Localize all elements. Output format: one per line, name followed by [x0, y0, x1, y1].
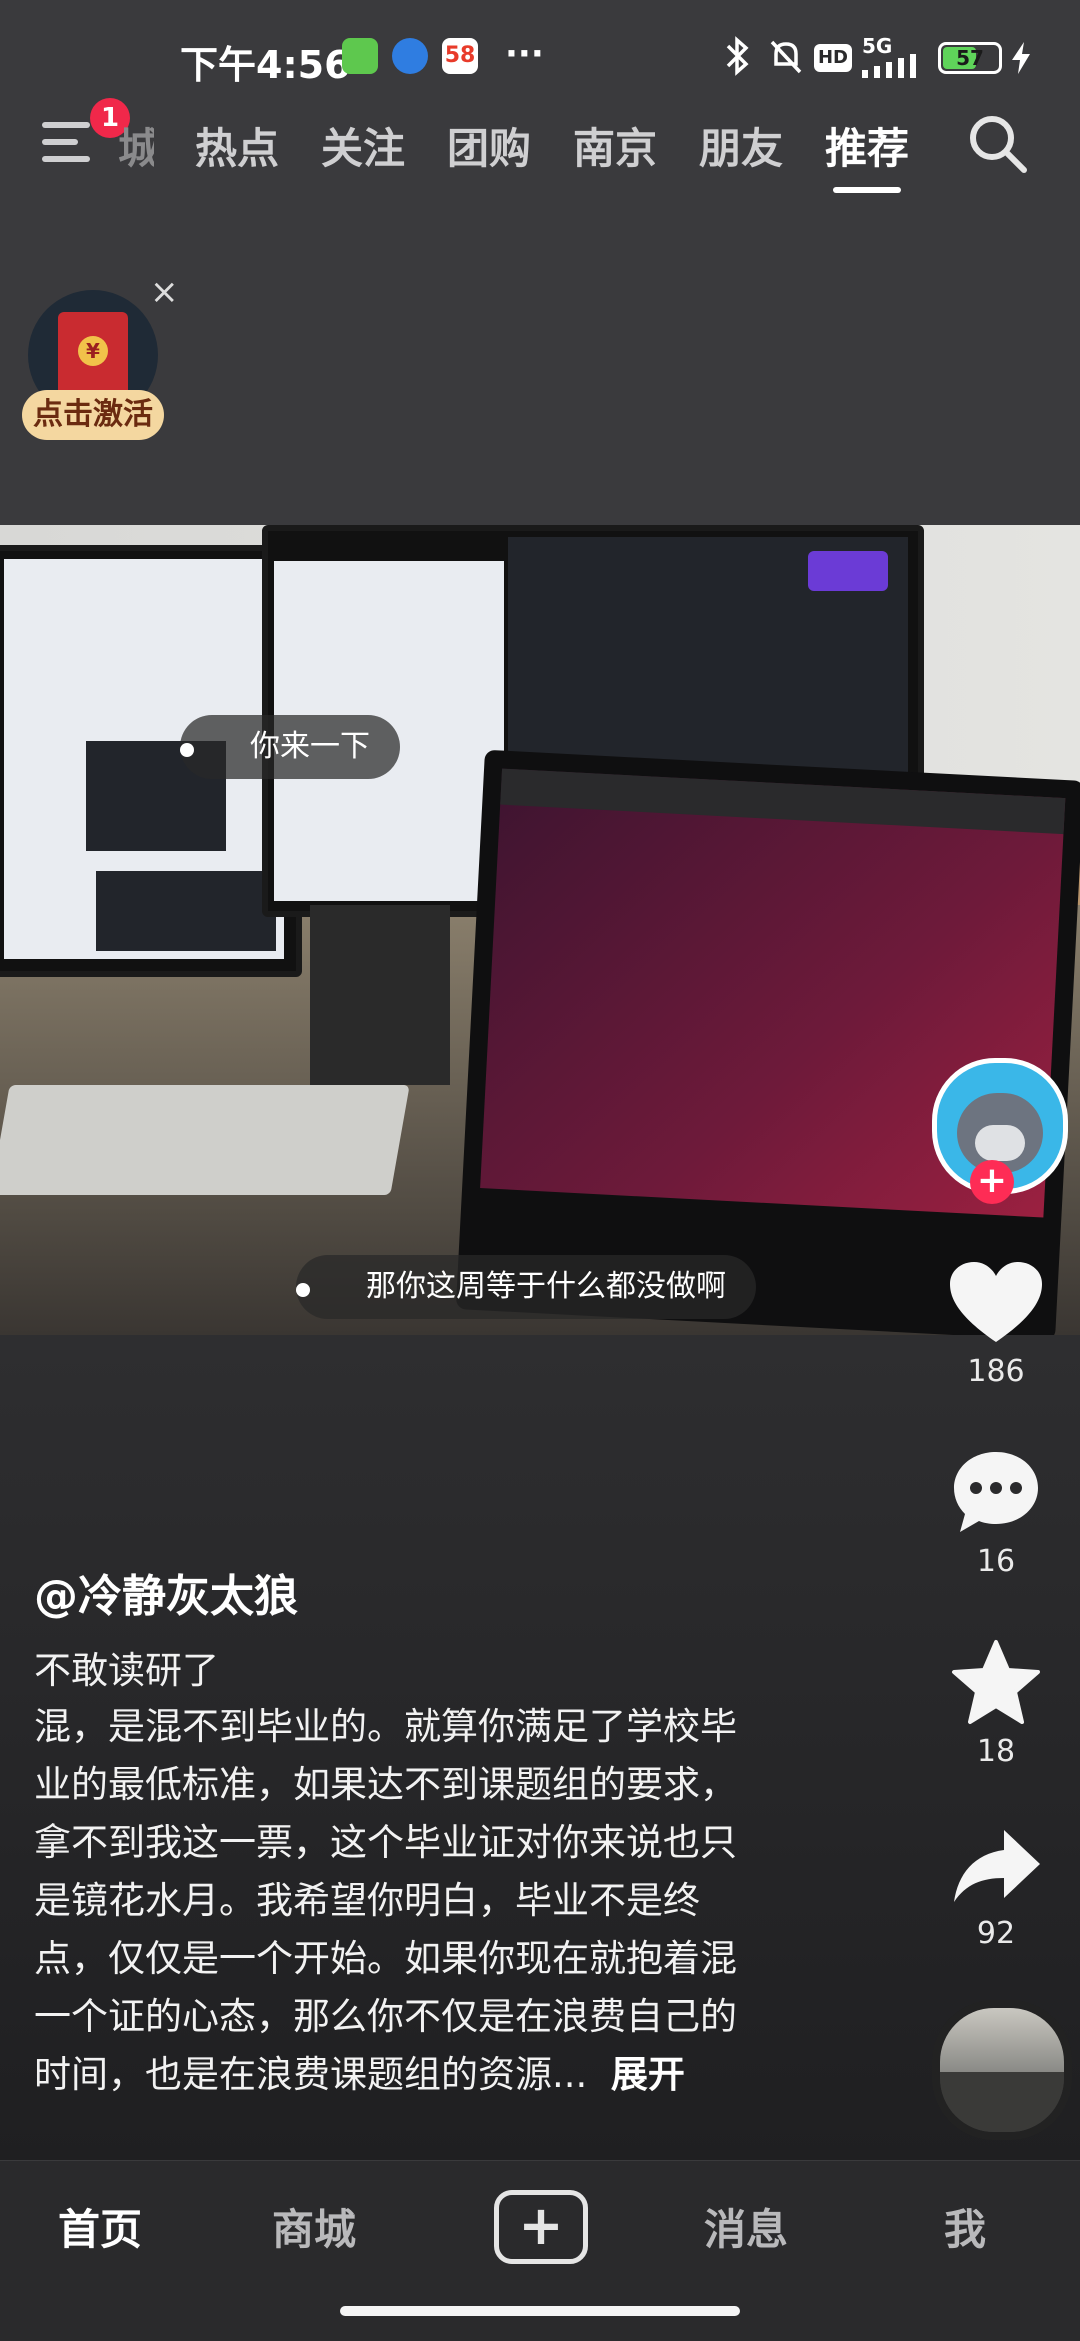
mute-bell-icon	[766, 36, 806, 84]
tab-friends[interactable]: 朋友	[699, 115, 783, 176]
share-icon[interactable]	[952, 1826, 1042, 1910]
charging-icon	[1010, 42, 1032, 78]
bluetooth-icon	[722, 36, 754, 84]
like-count: 186	[967, 1354, 1025, 1389]
wechat-app-icon	[342, 38, 378, 74]
caption-line: 一个证的心态，那么你不仅是在浪费自己的	[34, 1995, 737, 2038]
nav-me[interactable]: 我	[944, 2196, 986, 2257]
nav-home[interactable]: 首页	[58, 2196, 142, 2257]
caption-line: 拿不到我这一票，这个毕业证对你来说也只	[34, 1821, 737, 1864]
tab-partial-city[interactable]: 城	[118, 115, 154, 176]
creator-username[interactable]: @冷静灰太狼	[34, 1560, 298, 1624]
app-58-label: 58	[444, 43, 476, 68]
share-count: 92	[976, 1916, 1016, 1951]
nav-messages[interactable]: 消息	[704, 2196, 788, 2257]
create-button[interactable]: +	[494, 2190, 588, 2264]
post-description[interactable]: 混，是混不到毕业的。就算你满足了学校毕 业的最低标准，如果达不到课题组的要求， …	[34, 1698, 834, 2104]
follow-button[interactable]: +	[970, 1160, 1014, 1204]
disc-ground	[940, 2072, 1064, 2132]
status-time: 下午4:56	[180, 43, 351, 87]
tab-group-buy[interactable]: 团购	[447, 115, 531, 176]
tab-nanjing[interactable]: 南京	[573, 115, 657, 176]
nav-mall[interactable]: 商城	[272, 2196, 356, 2257]
tab-recommended[interactable]: 推荐	[825, 115, 909, 176]
comment-count: 16	[976, 1544, 1016, 1579]
danmaku-dot	[180, 743, 194, 757]
monitor-stand	[310, 905, 450, 1085]
battery-icon: 57	[938, 42, 1002, 74]
hd-badge: HD	[814, 44, 852, 72]
post-title: 不敢读研了	[34, 1649, 219, 1692]
danmaku-text: 你来一下	[250, 729, 370, 764]
app-58-icon: 58	[442, 38, 478, 74]
activate-button[interactable]: 点击激活	[22, 390, 164, 440]
favorite-star-icon[interactable]	[950, 1638, 1042, 1732]
menu-icon[interactable]	[42, 120, 98, 168]
signal-icon	[862, 54, 922, 82]
danmaku-comment[interactable]: 那你这周等于什么都没做啊	[296, 1255, 756, 1319]
status-more-icon: ···	[505, 34, 544, 74]
like-heart-icon[interactable]	[948, 1260, 1044, 1350]
cloud-app-icon	[392, 38, 428, 74]
coin-icon: ¥	[78, 336, 108, 366]
close-icon[interactable]: ×	[150, 272, 179, 312]
danmaku-comment[interactable]: 你来一下	[180, 715, 400, 779]
caption-line: 点，仅仅是一个开始。如果你现在就抱着混	[34, 1937, 737, 1980]
chat-highlight	[808, 551, 888, 591]
left-monitor-code-2	[96, 871, 276, 951]
comment-icon[interactable]	[950, 1448, 1042, 1540]
caption-line: 时间，也是在浪费课题组的资源...	[34, 2053, 588, 2096]
danmaku-text: 那你这周等于什么都没做啊	[366, 1269, 726, 1304]
expand-button[interactable]: 展开	[611, 2053, 685, 2096]
caption-line: 业的最低标准，如果达不到课题组的要求，	[34, 1763, 737, 1806]
danmaku-dot	[296, 1283, 310, 1297]
search-icon[interactable]	[966, 112, 1030, 180]
battery-percent: 57	[956, 46, 984, 70]
tab-hot[interactable]: 热点	[195, 115, 279, 176]
home-indicator[interactable]	[340, 2306, 740, 2316]
caption-line: 是镜花水月。我希望你明白，毕业不是终	[34, 1879, 700, 1922]
keyboard	[0, 1085, 410, 1195]
active-tab-indicator	[833, 187, 901, 193]
hd-label: HD	[817, 47, 848, 68]
disc-sky	[940, 2008, 1064, 2072]
laptop	[455, 749, 1080, 1335]
avatar-wolf-snout	[975, 1125, 1025, 1161]
favorite-count: 18	[976, 1734, 1016, 1769]
tab-following[interactable]: 关注	[321, 115, 405, 176]
video-frame[interactable]: 你来一下 那你这周等于什么都没做啊	[0, 525, 1080, 1335]
music-disc[interactable]	[932, 2000, 1072, 2140]
caption-line: 混，是混不到毕业的。就算你满足了学校毕	[34, 1705, 737, 1748]
